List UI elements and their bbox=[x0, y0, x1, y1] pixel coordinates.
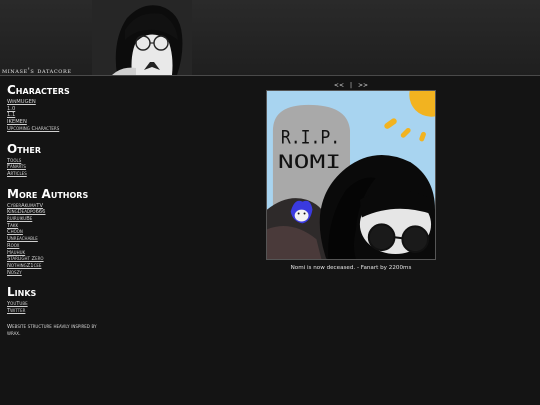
section-title-other: Other bbox=[7, 141, 41, 156]
section-title-more-authors: More Authors bbox=[7, 186, 89, 201]
section-title-links: Links bbox=[7, 285, 37, 300]
link-youtube[interactable]: YouTube bbox=[7, 301, 117, 308]
tombstone-text: NOMI bbox=[278, 152, 341, 173]
gallery-panel: << | >> R.I.P. NOMI Nomi is now deceased. … bbox=[266, 82, 436, 271]
link-twitter[interactable]: Twitter bbox=[7, 308, 117, 315]
link-author[interactable]: Hauhuk bbox=[7, 250, 117, 257]
prev-button[interactable]: << bbox=[334, 82, 344, 89]
link-ikemen[interactable]: IKEMEN bbox=[7, 119, 117, 126]
link-articles[interactable]: Articles bbox=[7, 171, 117, 178]
link-author[interactable]: CyberAkumaTV bbox=[7, 203, 117, 210]
next-button[interactable]: >> bbox=[358, 82, 368, 89]
header-character-art bbox=[92, 0, 192, 75]
site-header: minase's datacore bbox=[0, 0, 540, 76]
link-author[interactable]: ruiruikuBe bbox=[7, 216, 117, 223]
section-title-characters: Characters bbox=[7, 83, 70, 97]
gallery-nav: << | >> bbox=[266, 82, 436, 90]
link-winmugen[interactable]: WinMUGEN bbox=[7, 99, 117, 106]
link-tools[interactable]: Tools bbox=[7, 158, 117, 165]
credit-text: Website structure heavily inspired by wr… bbox=[7, 323, 97, 337]
link-1-0[interactable]: 1.0 bbox=[7, 106, 117, 113]
site-title[interactable]: minase's datacore bbox=[2, 66, 72, 75]
link-upcoming-characters[interactable]: Upcoming Characters bbox=[7, 126, 117, 133]
fanart-image[interactable]: R.I.P. NOMI bbox=[266, 90, 436, 260]
nav-separator: | bbox=[349, 82, 353, 89]
link-author[interactable]: KingDeadpo666 bbox=[7, 209, 117, 216]
link-author[interactable]: Noszy bbox=[7, 270, 117, 277]
link-author[interactable]: Starlight Zero bbox=[7, 256, 117, 263]
link-fanarts[interactable]: Fanarts bbox=[7, 164, 117, 171]
tombstone-text: R.I.P. bbox=[281, 127, 340, 148]
link-author[interactable]: Roox bbox=[7, 243, 117, 250]
image-caption: Nomi is now deceased. - Fanart by 2200ms bbox=[290, 265, 412, 271]
sidebar: Characters WinMUGEN 1.0 1.1 IKEMEN Upcom… bbox=[7, 83, 117, 338]
link-author[interactable]: Unreachable bbox=[7, 236, 117, 243]
link-author[interactable]: Choon bbox=[7, 229, 117, 236]
link-author[interactable]: NothingZ1cee bbox=[7, 263, 117, 270]
external-links: YouTube Twitter bbox=[7, 301, 117, 314]
characters-links: WinMUGEN 1.0 1.1 IKEMEN Upcoming Charact… bbox=[7, 99, 117, 133]
other-links: Tools Fanarts Articles bbox=[7, 158, 117, 178]
link-author[interactable]: Takk bbox=[7, 223, 117, 230]
link-1-1[interactable]: 1.1 bbox=[7, 112, 117, 119]
authors-links: CyberAkumaTV KingDeadpo666 ruiruikuBe Ta… bbox=[7, 203, 117, 277]
